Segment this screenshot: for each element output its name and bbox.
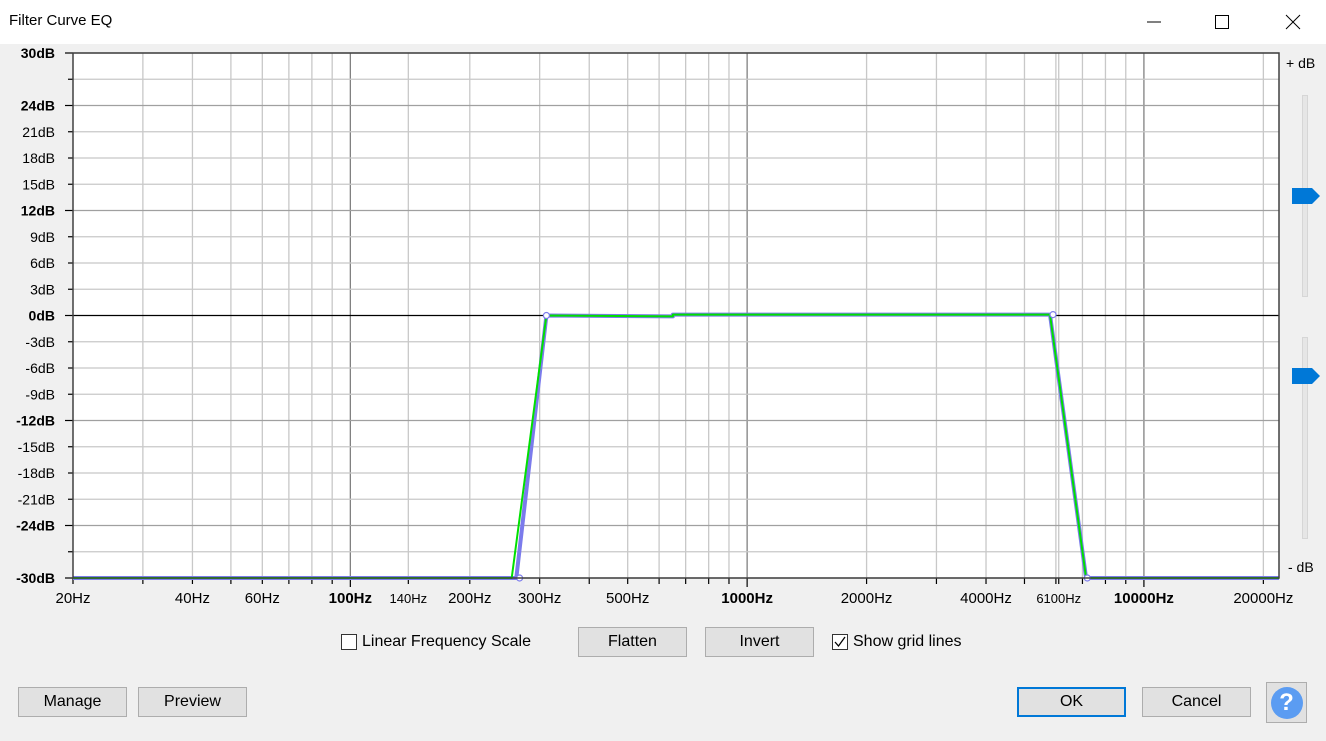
y-tick-label: 30dB <box>21 45 55 61</box>
plus-db-label: + dB <box>1286 55 1316 71</box>
x-tick-label: 20000Hz <box>1233 590 1293 607</box>
y-tick-label: -12dB <box>16 413 55 429</box>
x-tick-label: 200Hz <box>448 590 491 607</box>
invert-button[interactable]: Invert <box>705 627 814 657</box>
y-tick-label: -15dB <box>18 439 55 455</box>
title-bar: Filter Curve EQ <box>0 0 1326 44</box>
y-tick-label: 21dB <box>22 124 55 140</box>
x-tick-label: 40Hz <box>175 590 210 607</box>
close-button[interactable] <box>1270 0 1316 44</box>
y-tick-label: -21dB <box>18 491 55 507</box>
checkbox-unchecked-icon[interactable] <box>341 634 357 650</box>
y-tick-label: -6dB <box>25 360 55 376</box>
x-tick-label: 140Hz <box>390 591 428 606</box>
eq-curve-chart[interactable]: 30dB 24dB 21dB 18dB 15dB 12dB 9dB 6dB 3dB 0dB -3dB… <box>0 44 1326 614</box>
cancel-button[interactable]: Cancel <box>1142 687 1251 717</box>
linear-frequency-scale-checkbox[interactable]: Linear Frequency Scale <box>341 633 531 651</box>
show-grid-lines-label: Show grid lines <box>853 633 962 650</box>
x-tick-label: 4000Hz <box>960 590 1012 607</box>
y-tick-label: 18dB <box>22 150 55 166</box>
x-tick-label: 1000Hz <box>721 590 773 607</box>
y-tick-label: -24dB <box>16 518 55 534</box>
control-point[interactable] <box>1049 311 1057 319</box>
close-icon <box>1285 14 1301 30</box>
checkmark-icon[interactable] <box>832 634 848 650</box>
y-tick-label: 15dB <box>22 176 55 192</box>
linear-frequency-scale-label: Linear Frequency Scale <box>362 633 531 650</box>
x-tick-label: 2000Hz <box>841 590 893 607</box>
window-title: Filter Curve EQ <box>9 12 113 29</box>
y-tick-label: 3dB <box>30 281 55 297</box>
show-grid-lines-checkbox[interactable]: Show grid lines <box>832 633 962 651</box>
y-tick-label: 6dB <box>30 255 55 271</box>
y-tick-label: -3dB <box>25 334 55 350</box>
x-tick-label: 6100Hz <box>1036 591 1081 606</box>
minimize-icon <box>1147 21 1161 23</box>
x-tick-label: 300Hz <box>518 590 561 607</box>
preview-button[interactable]: Preview <box>138 687 247 717</box>
help-button[interactable]: ? <box>1266 682 1307 723</box>
ok-button[interactable]: OK <box>1017 687 1126 717</box>
maximize-icon <box>1215 15 1229 29</box>
control-point[interactable] <box>542 311 551 320</box>
minus-db-label: - dB <box>1288 559 1314 575</box>
manage-button[interactable]: Manage <box>18 687 127 717</box>
max-gain-slider-thumb[interactable] <box>1292 188 1320 204</box>
minimize-button[interactable] <box>1131 0 1177 44</box>
y-tick-label: 0dB <box>29 308 55 324</box>
flatten-button[interactable]: Flatten <box>578 627 687 657</box>
y-tick-label: -18dB <box>18 465 55 481</box>
help-icon: ? <box>1270 686 1303 719</box>
y-tick-label: -30dB <box>16 570 55 586</box>
x-tick-label: 100Hz <box>329 590 372 607</box>
y-tick-label: 24dB <box>21 98 55 114</box>
x-tick-label: 60Hz <box>245 590 280 607</box>
x-tick-label: 10000Hz <box>1114 590 1174 607</box>
min-gain-slider-thumb[interactable] <box>1292 368 1320 384</box>
x-tick-label: 500Hz <box>606 590 649 607</box>
y-tick-label: 9dB <box>30 229 55 245</box>
y-tick-label: -9dB <box>25 386 55 402</box>
maximize-button[interactable] <box>1199 0 1245 44</box>
x-tick-label: 20Hz <box>55 590 90 607</box>
y-tick-label: 12dB <box>21 203 55 219</box>
